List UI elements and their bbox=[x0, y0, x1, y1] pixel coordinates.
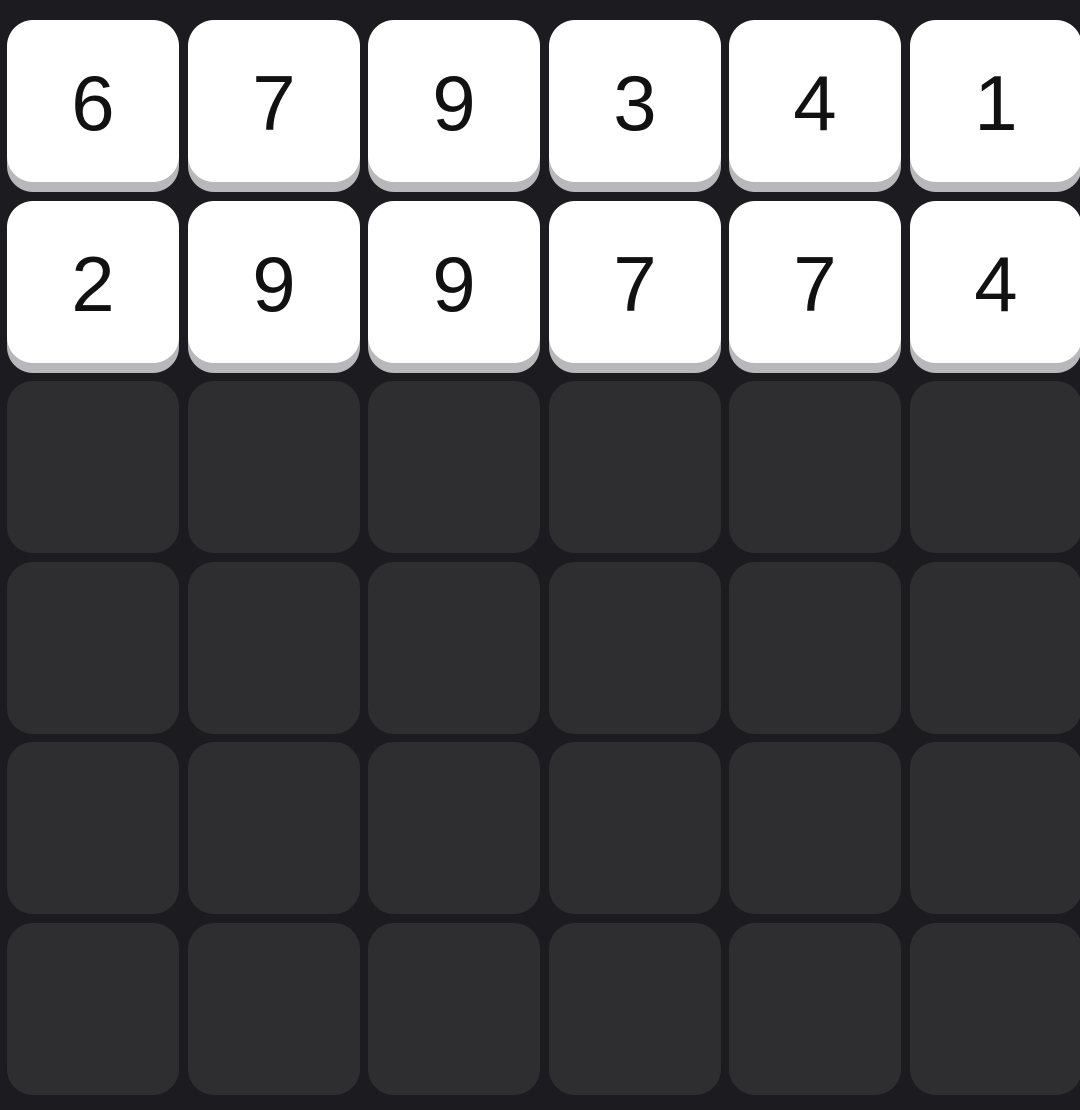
tile-number: 7 bbox=[613, 240, 657, 328]
tile-number: 1 bbox=[974, 59, 1018, 147]
number-tile[interactable]: 3 bbox=[549, 20, 721, 182]
number-tile[interactable]: 4 bbox=[910, 201, 1080, 363]
empty-cell[interactable] bbox=[188, 562, 360, 734]
number-tile[interactable]: 6 bbox=[7, 20, 179, 182]
tile-number: 4 bbox=[793, 59, 837, 147]
number-tile[interactable]: 9 bbox=[368, 20, 540, 182]
tile-number: 7 bbox=[793, 240, 837, 328]
tile-number: 3 bbox=[613, 59, 657, 147]
number-tile[interactable]: 2 bbox=[7, 201, 179, 363]
number-tile[interactable]: 1 bbox=[910, 20, 1080, 182]
empty-cell[interactable] bbox=[7, 742, 179, 914]
tile-number: 9 bbox=[432, 59, 476, 147]
number-tile[interactable]: 7 bbox=[729, 201, 901, 363]
empty-cell[interactable] bbox=[549, 381, 721, 553]
tile-number: 4 bbox=[974, 240, 1018, 328]
empty-cell[interactable] bbox=[549, 562, 721, 734]
game-board: 6 7 9 3 4 1 2 9 9 7 7 4 bbox=[0, 0, 1080, 1110]
empty-cell[interactable] bbox=[188, 381, 360, 553]
number-tile[interactable]: 7 bbox=[549, 201, 721, 363]
empty-cell[interactable] bbox=[729, 562, 901, 734]
empty-cell[interactable] bbox=[188, 742, 360, 914]
empty-cell[interactable] bbox=[368, 381, 540, 553]
empty-cell[interactable] bbox=[7, 562, 179, 734]
tile-number: 6 bbox=[71, 59, 115, 147]
empty-cell[interactable] bbox=[549, 923, 721, 1095]
empty-cell[interactable] bbox=[549, 742, 721, 914]
empty-cell[interactable] bbox=[910, 562, 1080, 734]
number-tile[interactable]: 9 bbox=[188, 201, 360, 363]
empty-cell[interactable] bbox=[729, 381, 901, 553]
empty-cell[interactable] bbox=[910, 742, 1080, 914]
empty-cell[interactable] bbox=[188, 923, 360, 1095]
tile-number: 7 bbox=[252, 59, 296, 147]
empty-cell[interactable] bbox=[368, 562, 540, 734]
tile-number: 9 bbox=[252, 240, 296, 328]
empty-cell[interactable] bbox=[729, 742, 901, 914]
empty-cell[interactable] bbox=[729, 923, 901, 1095]
tile-number: 2 bbox=[71, 240, 115, 328]
number-tile[interactable]: 4 bbox=[729, 20, 901, 182]
empty-cell[interactable] bbox=[7, 923, 179, 1095]
tile-number: 9 bbox=[432, 240, 476, 328]
empty-cell[interactable] bbox=[368, 742, 540, 914]
empty-cell[interactable] bbox=[7, 381, 179, 553]
number-tile[interactable]: 7 bbox=[188, 20, 360, 182]
number-tile[interactable]: 9 bbox=[368, 201, 540, 363]
empty-cell[interactable] bbox=[910, 381, 1080, 553]
empty-cell[interactable] bbox=[368, 923, 540, 1095]
empty-cell[interactable] bbox=[910, 923, 1080, 1095]
